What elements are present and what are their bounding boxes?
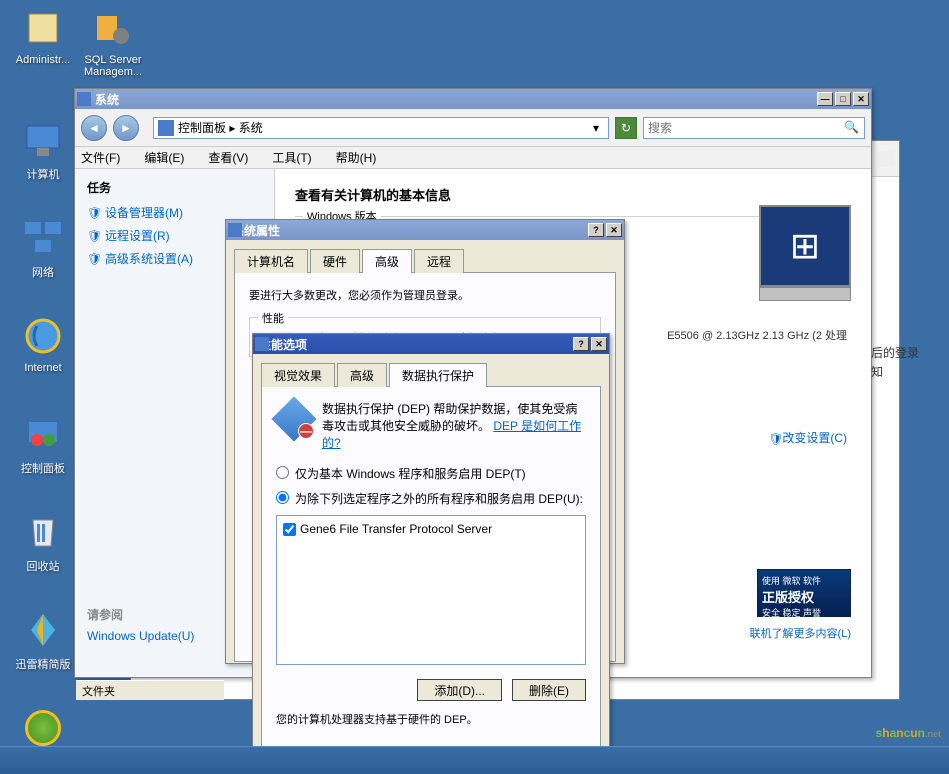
perf-tab-0[interactable]: 视觉效果 xyxy=(261,363,335,387)
menu-item[interactable]: 帮助(H) xyxy=(336,149,377,166)
breadcrumb-icon xyxy=(158,120,174,136)
windows-flag-icon: ⊞ xyxy=(790,225,820,267)
taskbar[interactable] xyxy=(0,746,949,774)
tab-2[interactable]: 高级 xyxy=(362,249,412,273)
desktop-icon-image xyxy=(19,4,67,52)
maximize-button[interactable]: □ xyxy=(835,92,851,106)
props-close-button[interactable]: ✕ xyxy=(606,223,622,237)
shield-icon: 🛡 xyxy=(87,252,101,266)
list-checkbox[interactable] xyxy=(283,523,296,536)
search-box[interactable]: 🔍 xyxy=(643,117,865,139)
desktop-icon-0[interactable]: Administr... xyxy=(8,4,78,66)
shield-icon: 🛡 xyxy=(87,206,101,220)
refresh-button[interactable]: ↻ xyxy=(615,117,637,139)
search-input[interactable] xyxy=(648,121,844,135)
props-help-button[interactable]: ? xyxy=(588,223,604,237)
desktop-icon-label: SQL Server Managem... xyxy=(78,54,148,78)
nav-back-button[interactable]: ◄ xyxy=(81,115,107,141)
nav-forward-button[interactable]: ► xyxy=(113,115,139,141)
perf-tab-2[interactable]: 数据执行保护 xyxy=(389,363,487,387)
close-button[interactable]: ✕ xyxy=(853,92,869,106)
perf-tab-1[interactable]: 高级 xyxy=(337,363,387,387)
chevron-down-icon[interactable]: ▾ xyxy=(588,121,604,135)
desktop-icon-7[interactable]: 迅雷精简版 xyxy=(8,606,78,672)
tab-3[interactable]: 远程 xyxy=(414,249,464,273)
desktop-icon-image xyxy=(19,214,67,262)
breadcrumb[interactable]: 控制面板 ▸ 系统 ▾ xyxy=(153,117,609,139)
performance-options-dialog: 性能选项 ? ✕ 视觉效果高级数据执行保护 — 数据执行保护 (DEP) 帮助保… xyxy=(252,333,610,763)
menu-item[interactable]: 文件(F) xyxy=(81,149,120,166)
system-titlebar[interactable]: 系统 — □ ✕ xyxy=(75,89,871,109)
shield-icon: 🛡 xyxy=(87,229,101,243)
desktop-icon-image xyxy=(19,116,67,164)
menu-item[interactable]: 工具(T) xyxy=(272,149,311,166)
add-button[interactable]: 添加(D)... xyxy=(417,679,502,701)
desktop-icon-1[interactable]: SQL Server Managem... xyxy=(78,4,148,78)
list-item[interactable]: Gene6 File Transfer Protocol Server xyxy=(281,520,581,538)
desktop-icon-image xyxy=(19,606,67,654)
cpu-info: E5506 @ 2.13GHz 2.13 GHz (2 处理 xyxy=(667,327,847,343)
menu-item[interactable]: 编辑(E) xyxy=(144,149,184,166)
desktop-icon-label: 迅雷精简版 xyxy=(8,656,78,672)
props-tabs: 计算机名硬件高级远程 xyxy=(234,248,616,272)
desktop-icon-4[interactable]: Internet xyxy=(8,312,78,374)
desktop-icon-image xyxy=(19,410,67,458)
desktop-icon-3[interactable]: 网络 xyxy=(8,214,78,280)
desktop-icon-image xyxy=(89,4,137,52)
genuine-badge: 使用 微软 软件 正版授权 安全 稳定 声誉 xyxy=(757,569,851,617)
desktop-icon-label: 控制面板 xyxy=(8,460,78,476)
desktop-icon-label: 计算机 xyxy=(8,166,78,182)
change-settings-link[interactable]: 🛡改变设置(C) xyxy=(768,429,847,446)
tasks-heading: 任务 xyxy=(87,179,262,196)
desktop-icon-image xyxy=(19,508,67,556)
perf-help-button[interactable]: ? xyxy=(573,337,589,351)
menubar: 文件(F) 编辑(E) 查看(V) 工具(T) 帮助(H) xyxy=(75,147,871,169)
desktop-icon-label: Internet xyxy=(8,362,78,374)
tab-1[interactable]: 硬件 xyxy=(310,249,360,273)
tab-0[interactable]: 计算机名 xyxy=(234,249,308,273)
perf-close-button[interactable]: ✕ xyxy=(591,337,607,351)
watermark: shancun.net xyxy=(876,721,941,742)
desktop-icon-5[interactable]: 控制面板 xyxy=(8,410,78,476)
desktop-icon-label: Administr... xyxy=(8,54,78,66)
windows-update-link[interactable]: Windows Update(U) xyxy=(87,629,194,643)
desktop-icon-6[interactable]: 回收站 xyxy=(8,508,78,574)
shield-icon: 🛡 xyxy=(768,432,782,446)
dep-description: 数据执行保护 (DEP) 帮助保护数据，使其免受病毒攻击或其他安全威胁的破坏。 … xyxy=(322,401,586,451)
learn-more-link[interactable]: 联机了解更多内容(L) xyxy=(750,625,851,641)
desktop-icon-image xyxy=(19,312,67,360)
see-also-heading: 请参阅 xyxy=(87,606,194,623)
desktop-icon-label: 回收站 xyxy=(8,558,78,574)
system-toolbar: ◄ ► 控制面板 ▸ 系统 ▾ ↻ 🔍 xyxy=(75,109,871,147)
hardware-dep-note: 您的计算机处理器支持基于硬件的 DEP。 xyxy=(276,711,586,727)
desktop-icon-2[interactable]: 计算机 xyxy=(8,116,78,182)
menu-item[interactable]: 查看(V) xyxy=(208,149,248,166)
main-heading: 查看有关计算机的基本信息 xyxy=(295,185,851,204)
props-title: 系统属性 xyxy=(228,222,588,239)
perf-title: 性能选项 xyxy=(255,336,573,353)
dep-icon: — xyxy=(276,401,312,437)
perf-tabs: 视觉效果高级数据执行保护 xyxy=(261,362,601,386)
admin-note: 要进行大多数更改，您必须作为管理员登录。 xyxy=(249,287,601,303)
remove-button[interactable]: 删除(E) xyxy=(512,679,586,701)
folder-status-bar: 文件夹 xyxy=(76,680,224,700)
dep-radio-essential[interactable]: 仅为基本 Windows 程序和服务启用 DEP(T) xyxy=(276,465,586,482)
dep-radio-all-except[interactable]: 为除下列选定程序之外的所有程序和服务启用 DEP(U): xyxy=(276,490,586,507)
search-icon[interactable]: 🔍 xyxy=(844,120,860,136)
partial-text: 后的登录 知 xyxy=(871,344,919,382)
desktop-icon-label: 网络 xyxy=(8,264,78,280)
system-title: 系统 xyxy=(77,91,817,108)
minimize-button[interactable]: — xyxy=(817,92,833,106)
dep-exception-list[interactable]: Gene6 File Transfer Protocol Server xyxy=(276,515,586,665)
computer-image: ⊞ xyxy=(759,205,851,287)
